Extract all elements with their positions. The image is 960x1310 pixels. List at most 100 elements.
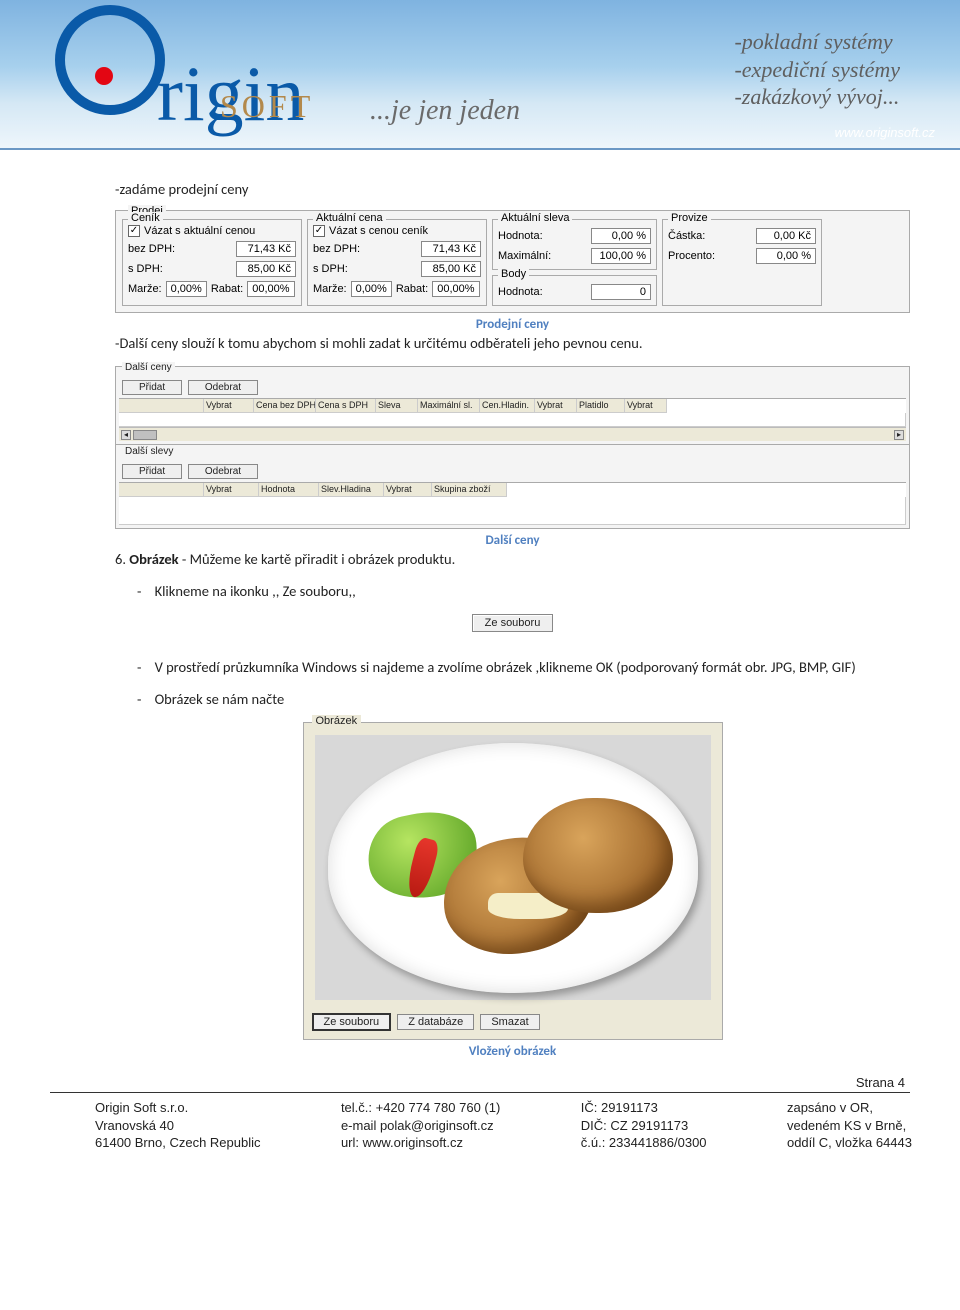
aktcena-chk-label: Vázat s cenou ceník (329, 225, 428, 237)
body-hodnota-val[interactable]: 0 (591, 284, 651, 300)
aktcena-sdph-val[interactable]: 85,00 Kč (421, 261, 481, 277)
group-aktcena: Aktuální cena ✓ Vázat s cenou ceník bez … (307, 219, 487, 306)
banner-url: www.originsoft.cz (835, 125, 935, 140)
odebrat-button[interactable]: Odebrat (188, 380, 258, 395)
provize-procento-lbl: Procento: (668, 250, 715, 262)
logo-o-icon (55, 5, 165, 115)
cenik-bezdph-lbl: bez DPH: (128, 243, 175, 255)
provize-procento-val[interactable]: 0,00 % (756, 248, 816, 264)
group-cenik-title: Ceník (128, 212, 163, 224)
sleva-max-val[interactable]: 100,00 % (591, 248, 651, 264)
logo-subword: SOFT (220, 88, 314, 125)
aktcena-checkbox[interactable]: ✓ Vázat s cenou ceník (313, 225, 428, 237)
pridat-button[interactable]: Přidat (122, 380, 182, 395)
banner-taglines: -pokladní systémy -expediční systémy -za… (734, 28, 900, 111)
logo-tagline: ...je jen jeden (370, 95, 520, 127)
col: Maximální sl. (418, 399, 480, 413)
page-number: Strana 4 (0, 1071, 960, 1092)
dalsi-slevy-label: Další slevy (122, 446, 176, 457)
obrazek-panel: Obrázek Ze souboru Z databáze Smazat (303, 722, 723, 1040)
step6-title: Obrázek (129, 550, 178, 568)
group-provize: Provize Částka: 0,00 Kč Procento: 0,00 % (662, 219, 822, 306)
dalsi-ceny-label: Další ceny (122, 362, 175, 373)
cenik-rabat-lbl: Rabat: (211, 283, 243, 295)
aktcena-marze-lbl: Marže: (313, 283, 347, 295)
footer-col-ids: IČ: 29191173 DIČ: CZ 29191173 č.ú.: 2334… (581, 1099, 707, 1152)
product-image (315, 735, 711, 1000)
checkbox-icon: ✓ (313, 225, 325, 237)
food-icon (523, 798, 673, 913)
col: Hodnota (259, 483, 319, 497)
step6-num: 6. (115, 550, 126, 568)
footer-col-contact: tel.č.: +420 774 780 760 (1) e-mail pola… (341, 1099, 500, 1152)
group-body-title: Body (498, 268, 529, 280)
aktcena-rabat-val[interactable]: 00,00% (432, 281, 479, 297)
step6-text1: - Můžeme ke kartě přiradit i obrázek pro… (179, 550, 456, 568)
aktcena-marze-val[interactable]: 0,00% (351, 281, 392, 297)
dalsi-ceny-grid[interactable]: Vybrat Cena bez DPH Cena s DPH Sleva Max… (119, 398, 906, 441)
col: Vybrat (204, 483, 259, 497)
arrow-left-icon[interactable]: ◂ (121, 430, 131, 440)
group-body: Body Hodnota: 0 (492, 275, 657, 306)
cenik-marze-lbl: Marže: (128, 283, 162, 295)
obrazek-panel-title: Obrázek (312, 715, 362, 727)
group-sleva-title: Aktuální sleva (498, 212, 572, 224)
ze-souboru-button[interactable]: Ze souboru (312, 1013, 392, 1031)
col: Slev.Hladina (319, 483, 384, 497)
step6-bullet3: - Obrázek se nám načte (115, 690, 910, 708)
aktcena-sdph-lbl: s DPH: (313, 263, 348, 275)
provize-castka-lbl: Částka: (668, 230, 705, 242)
cenik-marze-val[interactable]: 0,00% (166, 281, 207, 297)
pridat-button[interactable]: Přidat (122, 464, 182, 479)
section-heading: -zadáme prodejní ceny (115, 180, 910, 198)
col: Cena bez DPH (254, 399, 316, 413)
sleva-max-lbl: Maximální: (498, 250, 551, 262)
cenik-rabat-val[interactable]: 00,00% (247, 281, 294, 297)
footer-col-company: Origin Soft s.r.o. Vranovská 40 61400 Br… (95, 1099, 261, 1152)
provize-castka-val[interactable]: 0,00 Kč (756, 228, 816, 244)
cenik-bezdph-val[interactable]: 71,43 Kč (236, 241, 296, 257)
checkbox-icon: ✓ (128, 225, 140, 237)
col: Vybrat (535, 399, 577, 413)
aktcena-rabat-lbl: Rabat: (396, 283, 428, 295)
footer-col-registry: zapsáno v OR, vedeném KS v Brně, oddíl C… (787, 1099, 912, 1152)
col: Vybrat (625, 399, 667, 413)
footer: Origin Soft s.r.o. Vranovská 40 61400 Br… (0, 1093, 960, 1170)
caption-dalsi-ceny: Další ceny (115, 533, 910, 548)
scroll-bar[interactable]: ◂ ▸ (119, 427, 906, 441)
smazat-button[interactable]: Smazat (480, 1014, 539, 1030)
col: Cena s DPH (316, 399, 376, 413)
sleva-hodnota-val[interactable]: 0,00 % (591, 228, 651, 244)
arrow-right-icon[interactable]: ▸ (894, 430, 904, 440)
col: Skupina zboží (432, 483, 507, 497)
col: Vybrat (384, 483, 432, 497)
sleva-hodnota-lbl: Hodnota: (498, 230, 543, 242)
body-hodnota-lbl: Hodnota: (498, 286, 543, 298)
page-content: -zadáme prodejní ceny Prodej Ceník ✓ Váz… (0, 150, 960, 1071)
tagline-1: -pokladní systémy (734, 28, 900, 56)
caption-vlozeny-obrazek: Vložený obrázek (115, 1044, 910, 1059)
col: Vybrat (204, 399, 254, 413)
col: Cen.Hladin. (480, 399, 535, 413)
caption-prodejni-ceny: Prodejní ceny (115, 317, 910, 332)
aktcena-bezdph-lbl: bez DPH: (313, 243, 360, 255)
step6-bullet2: - V prostředí průzkumníka Windows si naj… (115, 658, 910, 676)
col: Sleva (376, 399, 418, 413)
cenik-chk-label: Vázat s aktuální cenou (144, 225, 255, 237)
cenik-sdph-lbl: s DPH: (128, 263, 163, 275)
aktcena-bezdph-val[interactable]: 71,43 Kč (421, 241, 481, 257)
z-databaze-button[interactable]: Z databáze (397, 1014, 474, 1030)
group-aktcena-title: Aktuální cena (313, 212, 386, 224)
cenik-sdph-val[interactable]: 85,00 Kč (236, 261, 296, 277)
dalsi-ceny-panel: Další ceny Přidat Odebrat Vybrat Cena be… (115, 366, 910, 529)
ze-souboru-button[interactable]: Ze souboru (472, 614, 554, 632)
cenik-checkbox[interactable]: ✓ Vázat s aktuální cenou (128, 225, 255, 237)
group-provize-title: Provize (668, 212, 711, 224)
step6-heading: 6. Obrázek - Můžeme ke kartě přiradit i … (115, 550, 910, 568)
dalsi-slevy-grid[interactable]: Vybrat Hodnota Slev.Hladina Vybrat Skupi… (119, 482, 906, 525)
prodej-panel: Prodej Ceník ✓ Vázat s aktuální cenou be… (115, 210, 910, 313)
odebrat-button[interactable]: Odebrat (188, 464, 258, 479)
tagline-2: -expediční systémy (734, 56, 900, 84)
col: Platidlo (577, 399, 625, 413)
header-banner: rigin SOFT ...je jen jeden -pokladní sys… (0, 0, 960, 150)
